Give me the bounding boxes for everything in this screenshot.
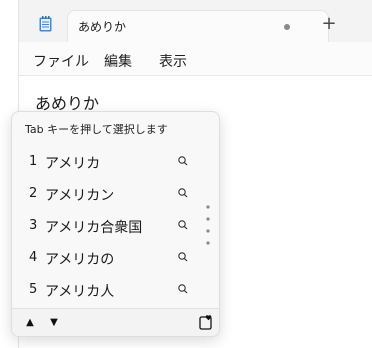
- candidate-text: アメリカの: [45, 252, 115, 268]
- next-page-button[interactable]: ▼: [46, 315, 62, 331]
- search-icon[interactable]: [177, 283, 189, 295]
- new-tab-button[interactable]: +: [315, 10, 343, 38]
- search-icon[interactable]: [177, 155, 189, 167]
- candidate-item[interactable]: 2 アメリカン: [12, 178, 219, 210]
- ime-hint: Tab キーを押して選択します: [25, 123, 168, 136]
- candidate-item[interactable]: 1 アメリカ: [12, 146, 219, 178]
- menu-edit[interactable]: 編集: [104, 51, 132, 71]
- previous-page-button[interactable]: ▲: [22, 315, 38, 331]
- candidate-number: 4: [29, 250, 38, 265]
- screen: あめりか + ファイル 編集 表示 あめりか Tab キーを押して選択します 1…: [0, 0, 372, 348]
- ime-candidate-window: Tab キーを押して選択します 1 アメリカ 2 アメリカン 3 アメリカ合衆国: [11, 111, 220, 337]
- menu-file[interactable]: ファイル: [33, 51, 89, 71]
- candidate-number: 3: [29, 218, 38, 233]
- search-icon[interactable]: [177, 251, 189, 263]
- unsaved-indicator: [284, 24, 290, 30]
- candidate-text: アメリカン: [45, 188, 115, 204]
- candidate-text: アメリカ: [45, 156, 101, 172]
- menu-view[interactable]: 表示: [159, 51, 187, 71]
- search-icon[interactable]: [177, 187, 189, 199]
- clipboard-heart-icon[interactable]: [198, 314, 214, 330]
- candidate-text: アメリカ人: [45, 284, 115, 300]
- candidate-text: アメリカ合衆国: [45, 220, 143, 236]
- ime-footer: ▲ ▼: [12, 308, 219, 336]
- tab-document[interactable]: あめりか: [67, 10, 329, 42]
- notepad-icon: [39, 16, 52, 32]
- candidate-item[interactable]: 5 アメリカ人: [12, 274, 219, 306]
- title-bar: あめりか +: [19, 0, 372, 42]
- menu-bar: ファイル 編集 表示: [19, 42, 372, 76]
- plus-icon: +: [321, 13, 337, 34]
- candidate-item[interactable]: 4 アメリカの: [12, 242, 219, 274]
- tab-title: あめりか: [78, 20, 127, 34]
- candidate-item[interactable]: 3 アメリカ合衆国: [12, 210, 219, 242]
- scroll-indicator[interactable]: [205, 204, 211, 248]
- candidate-number: 2: [29, 186, 38, 201]
- candidate-number: 5: [29, 282, 38, 297]
- candidate-number: 1: [29, 154, 38, 169]
- search-icon[interactable]: [177, 219, 189, 231]
